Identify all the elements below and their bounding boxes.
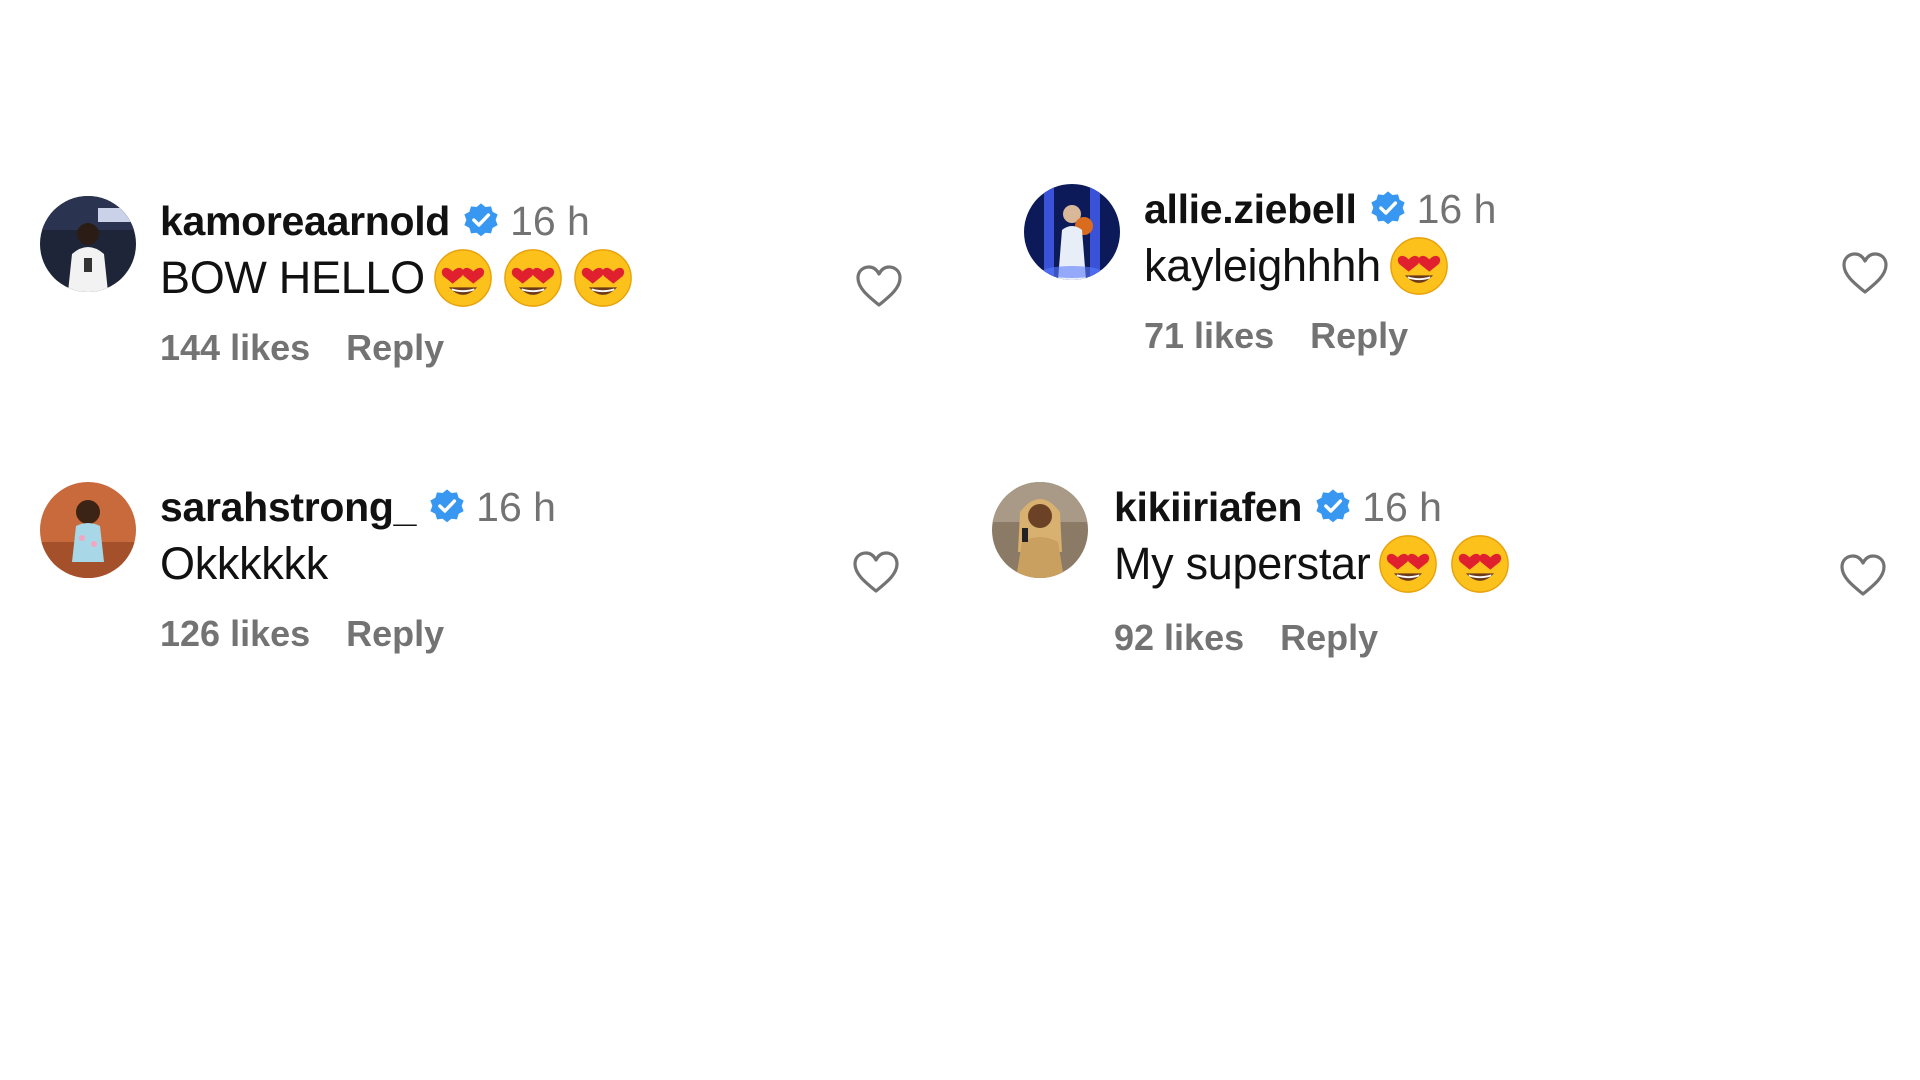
comment-text: kayleighhhh — [1144, 240, 1381, 291]
avatar[interactable] — [992, 482, 1088, 578]
comment-timestamp: 16 h — [1416, 185, 1497, 232]
comment-text: BOW HELLO — [160, 252, 425, 303]
heart-eyes-emoji-icon — [1389, 236, 1449, 296]
reply-button[interactable]: Reply — [1280, 617, 1378, 659]
heart-outline-icon[interactable] — [851, 549, 901, 595]
avatar[interactable] — [40, 482, 136, 578]
verified-badge-icon — [428, 488, 466, 526]
comment-text: Okkkkkk — [160, 538, 328, 589]
comment-username[interactable]: sarahstrong_ — [160, 484, 416, 531]
heart-eyes-emoji-icon — [433, 248, 493, 308]
likes-count[interactable]: 144 likes — [160, 327, 310, 369]
likes-count[interactable]: 71 likes — [1144, 315, 1274, 357]
verified-badge-icon — [1314, 488, 1352, 526]
comment-timestamp: 16 h — [1362, 483, 1442, 530]
reply-button[interactable]: Reply — [346, 327, 444, 369]
verified-badge-icon — [1369, 190, 1407, 228]
heart-outline-icon[interactable] — [854, 263, 904, 309]
heart-eyes-emoji-icon — [503, 248, 563, 308]
likes-count[interactable]: 92 likes — [1114, 617, 1244, 659]
avatar[interactable] — [1024, 184, 1120, 280]
heart-outline-icon[interactable] — [1838, 552, 1888, 598]
heart-eyes-emoji-icon — [1378, 534, 1438, 594]
reply-button[interactable]: Reply — [346, 613, 444, 655]
heart-eyes-emoji-icon — [573, 248, 633, 308]
reply-button[interactable]: Reply — [1310, 315, 1408, 357]
comments-page: kamoreaarnold 16 h BOW HELLO 144 likes R… — [0, 0, 1920, 1080]
comment-username[interactable]: allie.ziebell — [1144, 186, 1357, 233]
comment-timestamp: 16 h — [476, 483, 556, 530]
avatar[interactable] — [40, 196, 136, 292]
heart-outline-icon[interactable] — [1840, 250, 1890, 296]
comment-username[interactable]: kamoreaarnold — [160, 198, 450, 245]
comment-username[interactable]: kikiiriafen — [1114, 484, 1302, 531]
verified-badge-icon — [462, 202, 500, 240]
heart-eyes-emoji-icon — [1450, 534, 1510, 594]
likes-count[interactable]: 126 likes — [160, 613, 310, 655]
comment-timestamp: 16 h — [510, 197, 590, 244]
comment-text: My superstar — [1114, 538, 1371, 589]
